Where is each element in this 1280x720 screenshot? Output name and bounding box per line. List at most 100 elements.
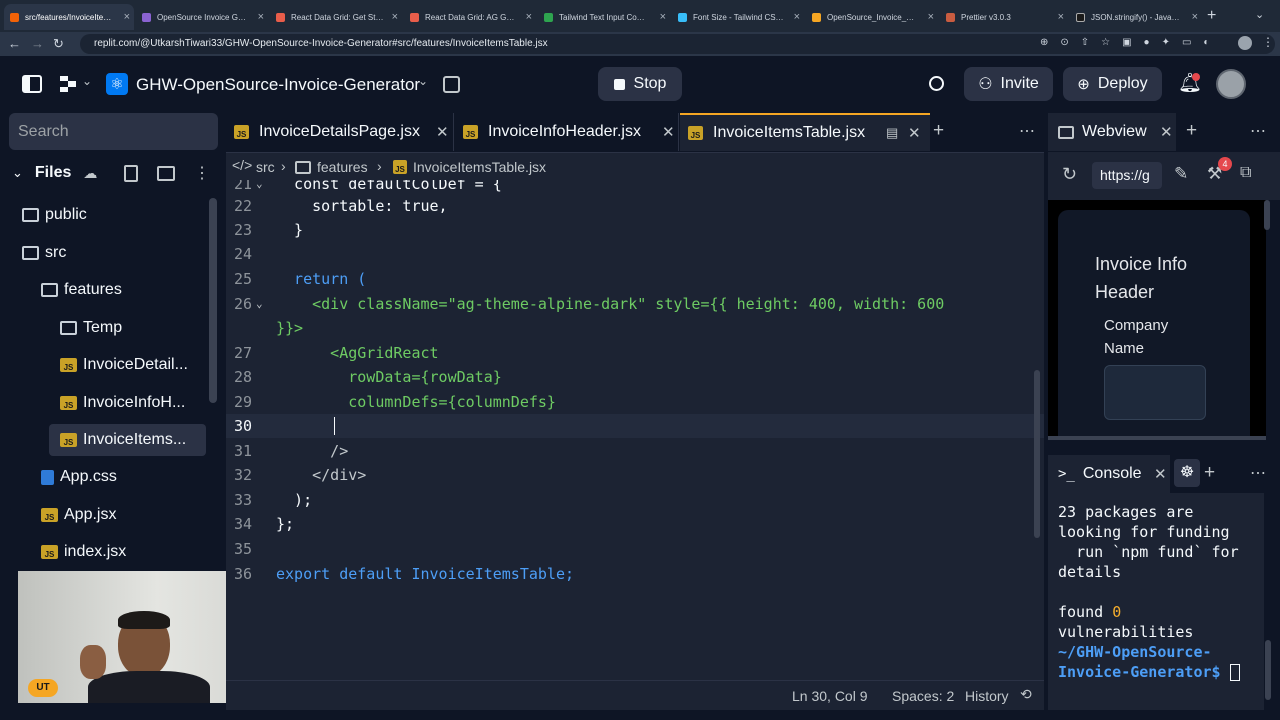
browser-menu-icon[interactable]: ⋮: [1262, 35, 1274, 49]
chevron-down-icon[interactable]: ⌄: [418, 74, 428, 88]
more-options-icon[interactable]: ⋯: [1250, 463, 1266, 483]
webview-vscrollbar[interactable]: [1264, 200, 1270, 230]
project-name[interactable]: GHW-OpenSource-Invoice-Generator: [136, 75, 420, 95]
browser-tab[interactable]: OpenSource Invoice G… ×: [136, 4, 268, 30]
fold-chevron-icon[interactable]: ⌄: [256, 292, 263, 316]
sidebar-toggle-icon[interactable]: [22, 75, 42, 93]
browser-tab[interactable]: Prettier v3.0.3 ×: [940, 4, 1068, 30]
code-text: }}>: [276, 319, 304, 337]
close-icon[interactable]: ✕: [908, 124, 921, 142]
breadcrumb-item-features[interactable]: features: [317, 159, 368, 175]
close-icon[interactable]: ×: [794, 11, 800, 23]
close-icon[interactable]: ✕: [1154, 465, 1167, 483]
tree-folder-features[interactable]: features: [41, 274, 122, 306]
open-external-icon[interactable]: ⧉: [1240, 164, 1251, 182]
close-icon[interactable]: ✕: [662, 123, 675, 141]
console-output[interactable]: 23 packages are looking for funding run …: [1048, 493, 1264, 710]
close-icon[interactable]: ×: [124, 11, 130, 23]
webview-preview[interactable]: Invoice Info Header Company Name: [1048, 200, 1266, 440]
reload-icon[interactable]: ↻: [53, 35, 64, 53]
forward-arrow-icon[interactable]: →: [31, 35, 44, 53]
layout-icon[interactable]: [443, 76, 460, 93]
more-options-icon[interactable]: ⋯: [1250, 121, 1266, 141]
browser-tab[interactable]: Tailwind Text Input Co… ×: [538, 4, 670, 30]
profile-avatar[interactable]: [1238, 36, 1252, 50]
browser-tab[interactable]: src/features/InvoiceIte… ×: [4, 4, 134, 30]
tab-search-chevron-icon[interactable]: ⌄: [1255, 8, 1264, 21]
tree-folder-public[interactable]: public: [22, 199, 87, 231]
browser-tab[interactable]: OpenSource_Invoice_… ×: [806, 4, 938, 30]
tree-folder-temp[interactable]: Temp: [60, 312, 122, 344]
cursor-position[interactable]: Ln 30, Col 9: [792, 688, 868, 704]
stop-button[interactable]: Stop: [598, 67, 682, 101]
back-arrow-icon[interactable]: ←: [8, 35, 21, 53]
tree-file-invoice-details[interactable]: JS InvoiceDetail...: [60, 349, 188, 381]
close-icon[interactable]: ×: [928, 11, 934, 23]
add-tab-icon[interactable]: +: [933, 120, 944, 142]
tree-file-invoice-info-header[interactable]: JS InvoiceInfoH...: [60, 387, 185, 419]
close-icon[interactable]: ✕: [1160, 123, 1173, 141]
browser-tab[interactable]: JSON.stringify() - Java… ×: [1070, 4, 1202, 30]
tree-file-invoice-items[interactable]: JS InvoiceItems...: [60, 424, 186, 456]
deploy-button[interactable]: ⊕ Deploy: [1063, 67, 1162, 101]
invite-button[interactable]: ⚇ Invite: [964, 67, 1053, 101]
avatar[interactable]: [1216, 69, 1246, 99]
close-icon[interactable]: ×: [258, 11, 264, 23]
shell-icon[interactable]: ☸: [1174, 459, 1200, 487]
tree-file-app-jsx[interactable]: JS App.jsx: [41, 499, 116, 531]
tree-item-label: InvoiceItems...: [83, 431, 187, 448]
js-file-icon: JS: [60, 396, 77, 410]
browser-tab[interactable]: Font Size - Tailwind CS… ×: [672, 4, 804, 30]
chevron-down-icon[interactable]: ⌄: [82, 74, 92, 88]
close-icon[interactable]: ×: [1192, 11, 1198, 23]
console-scrollbar[interactable]: [1265, 640, 1271, 700]
more-options-icon[interactable]: ⋮: [194, 163, 210, 183]
history-button[interactable]: History: [965, 688, 1009, 704]
breadcrumb-item-file[interactable]: InvoiceItemsTable.jsx: [413, 159, 546, 175]
close-icon[interactable]: ×: [526, 11, 532, 23]
tab-console[interactable]: >_ Console ✕: [1048, 455, 1170, 493]
search-input[interactable]: Search: [9, 113, 218, 150]
replit-logo-icon[interactable]: [60, 76, 76, 92]
webview-hscrollbar[interactable]: [1048, 436, 1266, 440]
close-icon[interactable]: ×: [392, 11, 398, 23]
company-name-input[interactable]: [1104, 365, 1206, 420]
history-icon[interactable]: ⟲: [1020, 686, 1032, 703]
tab-invoice-items-table[interactable]: JS InvoiceItemsTable.jsx ▤ ✕: [680, 113, 930, 151]
edit-pencil-icon[interactable]: ✎: [1174, 164, 1188, 184]
close-icon[interactable]: ×: [660, 11, 666, 23]
browser-tab-label: Prettier v3.0.3: [961, 12, 1011, 22]
indent-setting[interactable]: Spaces: 2: [892, 688, 954, 704]
close-icon[interactable]: ×: [1058, 11, 1064, 23]
tab-invoice-info-header[interactable]: JS InvoiceInfoHeader.jsx ✕: [455, 113, 679, 151]
split-view-icon[interactable]: ▤: [886, 125, 898, 141]
webview-icon: [1058, 125, 1074, 139]
tree-file-index-jsx[interactable]: JS index.jsx: [41, 536, 126, 568]
code-editor[interactable]: 21 ⌄ const defaultColDef = { 22 sortable:…: [226, 180, 1044, 680]
add-tab-icon[interactable]: +: [1186, 120, 1197, 142]
close-icon[interactable]: ✕: [436, 123, 449, 141]
browser-tab-label: JSON.stringify() - Java…: [1091, 12, 1180, 22]
new-folder-icon[interactable]: [157, 166, 175, 181]
new-tab-button[interactable]: +: [1207, 7, 1216, 25]
browser-tab[interactable]: React Data Grid: Get St… ×: [270, 4, 402, 30]
code-text: <div className="ag-theme-alpine-dark" st…: [276, 295, 945, 313]
browser-tab[interactable]: React Data Grid: AG G… ×: [404, 4, 536, 30]
reload-icon[interactable]: ↻: [1062, 164, 1077, 185]
more-options-icon[interactable]: ⋯: [1019, 121, 1035, 141]
breadcrumb-item-src[interactable]: src: [256, 159, 275, 175]
extension-icons[interactable]: ⊕⊙⇧☆▣●✦▭◐: [1040, 37, 1221, 48]
search-icon[interactable]: [929, 76, 944, 91]
chevron-down-icon: ⌄: [12, 165, 23, 180]
sidebar-scrollbar[interactable]: [209, 198, 217, 403]
new-file-icon[interactable]: [124, 165, 138, 182]
webview-url-input[interactable]: https://g: [1092, 162, 1162, 189]
files-header[interactable]: ⌄ Files ☁: [12, 160, 97, 186]
add-tab-icon[interactable]: +: [1204, 462, 1215, 484]
tab-invoice-details-page[interactable]: JS InvoiceDetailsPage.jsx ✕: [226, 113, 454, 151]
line-number: 22: [233, 197, 252, 215]
editor-scrollbar[interactable]: [1034, 370, 1040, 538]
tree-folder-src[interactable]: src: [22, 237, 66, 269]
tab-webview[interactable]: Webview ✕: [1048, 113, 1176, 151]
tree-file-app-css[interactable]: App.css: [41, 461, 117, 493]
